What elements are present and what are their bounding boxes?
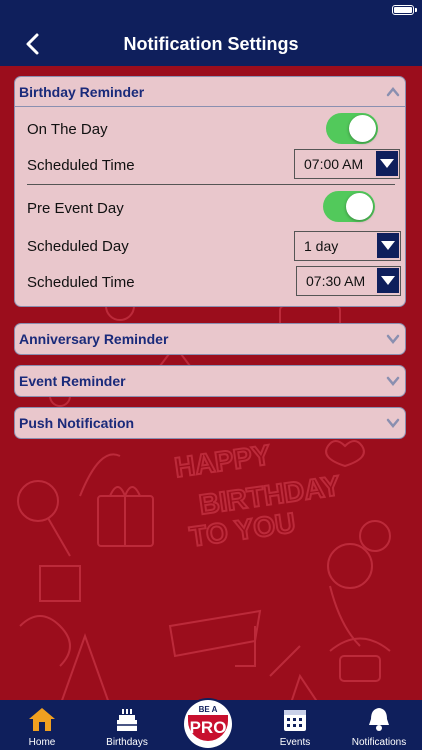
tab-birthdays-label: Birthdays	[106, 737, 148, 748]
scheduled-time-2-value: 07:30 AM	[306, 273, 366, 289]
nav-bar: Notification Settings	[0, 22, 422, 66]
event-reminder-panel[interactable]: Event Reminder	[14, 365, 406, 397]
status-bar	[0, 0, 422, 22]
chevron-down-icon	[386, 376, 400, 386]
scheduled-day-label: Scheduled Day	[27, 238, 129, 255]
dropdown-arrow-icon	[376, 151, 398, 176]
birthday-reminder-panel: Birthday Reminder On The Day Scheduled T…	[14, 76, 406, 307]
scheduled-time-value: 07:00 AM	[304, 156, 364, 172]
section-divider	[27, 184, 395, 185]
pro-top-text: BE A	[198, 705, 218, 714]
on-day-label: On The Day	[27, 121, 108, 138]
dropdown-arrow-icon	[377, 233, 399, 258]
chevron-down-icon	[386, 418, 400, 428]
home-icon	[29, 708, 55, 731]
scheduled-time-dropdown[interactable]: 07:00 AM	[294, 149, 400, 179]
anniversary-reminder-panel[interactable]: Anniversary Reminder	[14, 323, 406, 355]
cake-icon	[117, 709, 137, 731]
scheduled-time-2-dropdown[interactable]: 07:30 AM	[296, 266, 401, 296]
bell-icon	[369, 708, 389, 731]
tab-home-label: Home	[28, 737, 56, 748]
tab-notifications[interactable]: Notifications	[342, 700, 416, 750]
tab-birthdays[interactable]: Birthdays	[95, 700, 159, 750]
battery-icon	[392, 5, 417, 15]
push-notification-title: Push Notification	[19, 415, 135, 431]
scheduled-time-label: Scheduled Time	[27, 157, 135, 174]
header-divider	[15, 106, 405, 107]
calendar-icon	[284, 710, 306, 731]
be-a-pro-button[interactable]: BE A PRO	[184, 700, 232, 748]
page-title: Notification Settings	[123, 34, 299, 54]
svg-text:HAPPY: HAPPY	[173, 439, 273, 483]
on-day-toggle[interactable]	[326, 113, 378, 144]
tab-events[interactable]: Events	[263, 700, 327, 750]
anniversary-reminder-title: Anniversary Reminder	[19, 331, 169, 347]
pro-main-text: PRO	[188, 715, 228, 741]
dropdown-arrow-icon	[377, 268, 399, 293]
push-notification-panel[interactable]: Push Notification	[14, 407, 406, 439]
scheduled-day-dropdown[interactable]: 1 day	[294, 231, 401, 261]
scheduled-time-2-label: Scheduled Time	[27, 274, 135, 291]
birthday-reminder-header[interactable]: Birthday Reminder	[15, 77, 405, 107]
event-reminder-title: Event Reminder	[19, 373, 126, 389]
toggle-knob	[349, 115, 376, 142]
tab-events-label: Events	[279, 737, 311, 748]
tab-home[interactable]: Home	[10, 700, 74, 750]
chevron-up-icon[interactable]	[386, 85, 400, 99]
tab-notifications-label: Notifications	[351, 737, 407, 748]
pre-event-day-toggle[interactable]	[323, 191, 375, 222]
toggle-knob	[346, 193, 373, 220]
scheduled-day-value: 1 day	[304, 238, 339, 254]
birthday-reminder-title: Birthday Reminder	[19, 84, 145, 100]
pre-event-day-label: Pre Event Day	[27, 200, 124, 217]
chevron-down-icon	[386, 334, 400, 344]
